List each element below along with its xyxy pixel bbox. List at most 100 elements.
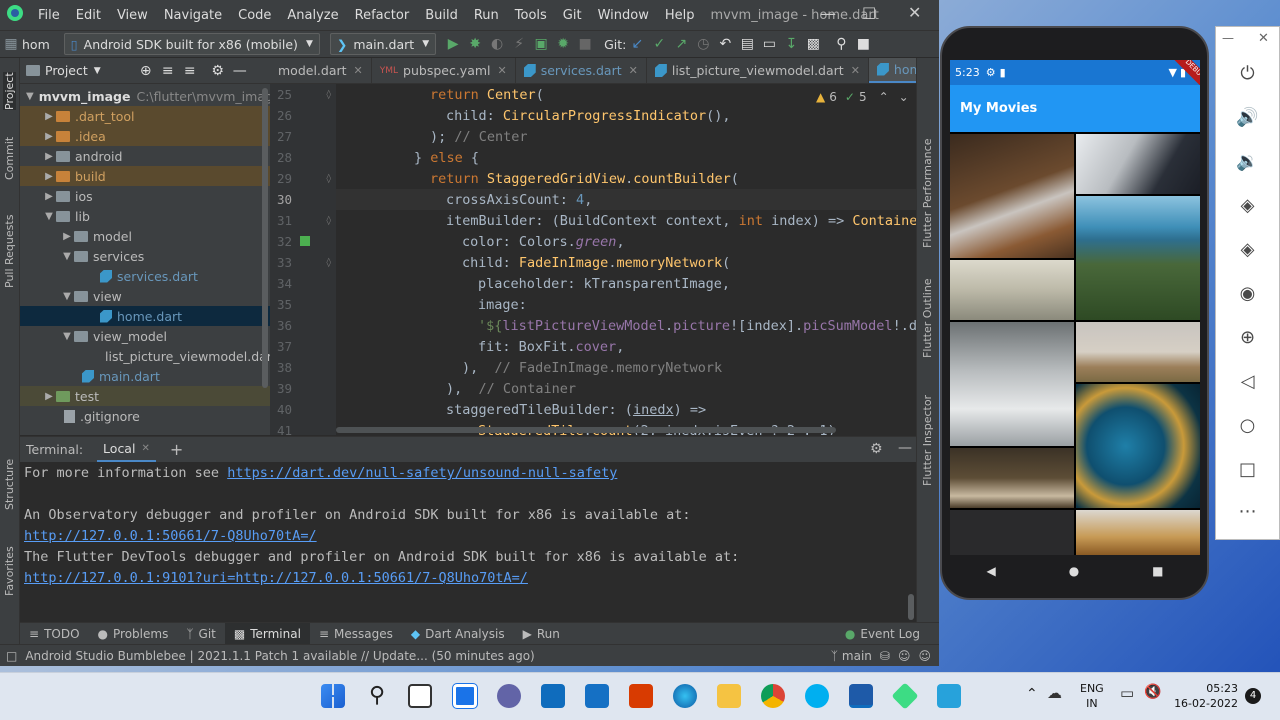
close-icon[interactable]: ✕ bbox=[851, 64, 860, 77]
grid-image-dark[interactable] bbox=[950, 510, 1074, 555]
lock-icon[interactable]: ⛁ bbox=[880, 649, 890, 663]
user-avatar-icon[interactable]: ■ bbox=[852, 36, 874, 52]
tree-item[interactable]: ▶ .dart_tool bbox=[20, 106, 270, 126]
project-structure-icon[interactable]: ▤ bbox=[736, 36, 758, 52]
menu-analyze[interactable]: Analyze bbox=[279, 8, 346, 23]
expand-all-icon[interactable]: ≡ bbox=[157, 63, 179, 79]
tree-root[interactable]: ▼ mvvm_image C:\flutter\mvvm_imag bbox=[20, 86, 273, 106]
grid-image-deer[interactable] bbox=[950, 448, 1074, 508]
git-tool-button[interactable]: ᛉ Git bbox=[177, 623, 225, 645]
task-view-icon[interactable] bbox=[408, 684, 432, 708]
favorites-tool-tab[interactable]: Favorites bbox=[3, 546, 16, 596]
file-explorer-icon[interactable] bbox=[717, 684, 741, 708]
fold-marker-icon[interactable]: ◊ bbox=[326, 216, 331, 226]
terminal-scrollbar[interactable] bbox=[908, 594, 914, 620]
tree-item[interactable]: main.dart bbox=[20, 366, 270, 386]
git-commit-icon[interactable]: ✓ bbox=[648, 36, 670, 52]
messages-tool-button[interactable]: ≡ Messages bbox=[310, 623, 402, 645]
maximize-button[interactable]: □ bbox=[862, 3, 876, 21]
run-tool-button[interactable]: ▶ Run bbox=[514, 623, 569, 645]
debug-icon[interactable]: ✸ bbox=[464, 36, 486, 52]
close-icon[interactable]: ✕ bbox=[498, 64, 507, 77]
git-branch[interactable]: main bbox=[842, 649, 872, 663]
minimize-icon[interactable]: — bbox=[1222, 31, 1234, 45]
office-icon[interactable] bbox=[629, 684, 653, 708]
tab-list-picture-viewmodel[interactable]: list_picture_viewmodel.dart ✕ bbox=[647, 58, 869, 83]
search-icon[interactable]: ⚲ bbox=[365, 684, 389, 708]
commit-tool-tab[interactable]: Commit bbox=[3, 137, 16, 180]
chevron-up-icon[interactable]: ⌃ bbox=[1026, 686, 1038, 702]
close-icon[interactable]: ✕ bbox=[354, 64, 363, 77]
green-color-swatch[interactable] bbox=[300, 236, 310, 246]
search-icon[interactable]: ⚲ bbox=[830, 36, 852, 52]
editor-horizontal-scrollbar[interactable] bbox=[336, 427, 836, 433]
menu-run[interactable]: Run bbox=[466, 8, 507, 23]
grid-image-laptop[interactable] bbox=[950, 134, 1074, 258]
mute-icon[interactable]: 🔇 bbox=[1144, 684, 1161, 700]
attach-debugger-icon[interactable]: ✹ bbox=[552, 36, 574, 52]
run-config-selector[interactable]: ❯ main.dart ▼ bbox=[329, 33, 437, 55]
history-icon[interactable]: ◷ bbox=[692, 36, 714, 52]
event-log-button[interactable]: ● Event Log bbox=[836, 623, 929, 645]
close-icon[interactable]: ✕ bbox=[629, 64, 638, 77]
tree-item[interactable]: ▶ model bbox=[20, 226, 270, 246]
language-indicator[interactable]: ENG IN bbox=[1080, 681, 1104, 711]
widgets-icon[interactable] bbox=[452, 683, 478, 709]
terminal-link[interactable]: http://127.0.0.1:9101?uri=http://127.0.0… bbox=[24, 570, 528, 586]
project-breadcrumb[interactable]: hom bbox=[22, 37, 50, 52]
clock[interactable]: 05:23 16-02-2022 bbox=[1174, 681, 1238, 711]
chevron-down-icon[interactable]: ⌄ bbox=[899, 90, 909, 104]
menu-git[interactable]: Git bbox=[555, 8, 590, 23]
menu-code[interactable]: Code bbox=[230, 8, 279, 23]
stop-icon[interactable]: ■ bbox=[574, 36, 596, 52]
tree-item[interactable]: ▼ services bbox=[20, 246, 270, 266]
hide-panel-icon[interactable]: — bbox=[229, 63, 251, 79]
tree-item[interactable]: .gitignore bbox=[20, 406, 270, 426]
emulator-screen[interactable]: 5:23 ⚙ ▮ ▼ ▮ DEBUG My Movies bbox=[950, 60, 1200, 555]
more-icon[interactable]: ⋯ bbox=[1216, 501, 1279, 522]
tab-terminal-local[interactable]: Local ✕ bbox=[97, 437, 156, 463]
layout-inspector-icon[interactable]: ▩ bbox=[802, 36, 824, 52]
grid-image-sea[interactable] bbox=[1076, 196, 1200, 320]
fold-marker-icon[interactable]: ◊ bbox=[326, 174, 331, 184]
volume-up-icon[interactable]: 🔊 bbox=[1216, 107, 1279, 128]
grid-image-hiker[interactable] bbox=[1076, 322, 1200, 382]
panel-toggle-icon[interactable]: □ bbox=[6, 649, 17, 663]
terminal-link[interactable]: https://dart.dev/null-safety/unsound-nul… bbox=[227, 465, 617, 481]
status-message[interactable]: Android Studio Bumblebee | 2021.1.1 Patc… bbox=[25, 649, 534, 663]
home-icon[interactable]: ○ bbox=[1216, 415, 1279, 436]
grid-image-laptop-2[interactable] bbox=[1076, 134, 1200, 194]
problems-tool-button[interactable]: ● Problems bbox=[89, 623, 178, 645]
grid-image-person[interactable] bbox=[1076, 510, 1200, 555]
feedback-icon[interactable]: ☺ bbox=[918, 649, 931, 663]
mail-icon[interactable] bbox=[585, 684, 609, 708]
rotate-left-icon[interactable]: ◈ bbox=[1216, 195, 1279, 216]
git-update-icon[interactable]: ↙ bbox=[626, 36, 648, 52]
close-icon[interactable]: ✕ bbox=[141, 443, 149, 454]
tree-item[interactable]: list_picture_viewmodel.dar bbox=[20, 346, 272, 366]
menu-refactor[interactable]: Refactor bbox=[347, 8, 418, 23]
code-editor[interactable]: return Center( child: CircularProgressIn… bbox=[336, 84, 916, 435]
gear-icon[interactable]: ⚙ bbox=[207, 63, 229, 79]
locate-file-icon[interactable]: ⊕ bbox=[135, 63, 157, 79]
onedrive-icon[interactable]: ☁ bbox=[1047, 684, 1062, 702]
menu-window[interactable]: Window bbox=[590, 8, 657, 23]
device-selector[interactable]: ▯ Android SDK built for x86 (mobile) ▼ bbox=[63, 33, 320, 55]
menu-edit[interactable]: Edit bbox=[68, 8, 109, 23]
display-icon[interactable]: ▭ bbox=[1120, 684, 1134, 702]
project-tool-tab[interactable]: Project bbox=[3, 72, 16, 110]
close-button[interactable]: ✕ bbox=[908, 3, 921, 22]
structure-tool-tab[interactable]: Structure bbox=[3, 459, 16, 510]
gear-icon[interactable]: ⚙ bbox=[870, 441, 883, 457]
flutter-inspector-tool-tab[interactable]: Flutter Inspector bbox=[921, 395, 934, 486]
menu-file[interactable]: File bbox=[30, 8, 68, 23]
project-view-selector[interactable]: Project bbox=[45, 63, 88, 78]
home-icon[interactable]: ● bbox=[1069, 564, 1079, 578]
tree-item[interactable]: ▶ build bbox=[20, 166, 270, 186]
attach-icon[interactable]: ▣ bbox=[530, 36, 552, 52]
tree-item[interactable]: ▶ .idea bbox=[20, 126, 270, 146]
fold-marker-icon[interactable]: ◊ bbox=[326, 258, 331, 268]
tab-services-dart[interactable]: services.dart ✕ bbox=[516, 58, 647, 83]
tree-item-selected[interactable]: home.dart bbox=[20, 306, 270, 326]
chevron-up-icon[interactable]: ⌃ bbox=[879, 90, 889, 104]
